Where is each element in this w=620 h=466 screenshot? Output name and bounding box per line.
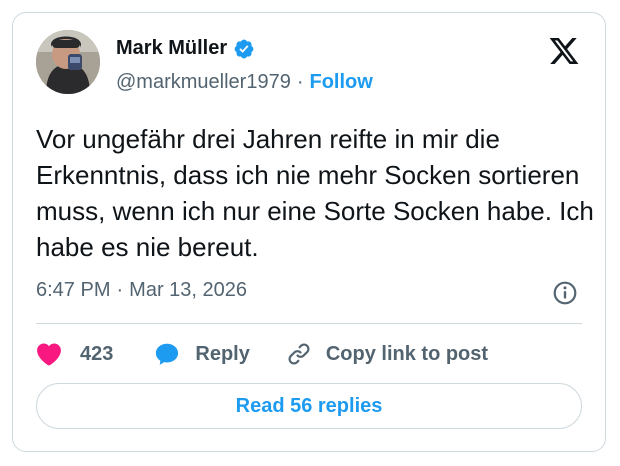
author-name[interactable]: Mark Müller	[116, 37, 227, 60]
tweet-time[interactable]: 6:47 PM	[36, 279, 110, 302]
copy-link-label: Copy link to post	[325, 342, 489, 365]
follow-link[interactable]: Follow	[310, 71, 373, 94]
verified-badge-icon	[234, 39, 254, 58]
avatar-image	[36, 30, 100, 94]
avatar[interactable]	[36, 30, 100, 94]
info-icon[interactable]	[552, 280, 578, 306]
like-count: 423	[80, 342, 114, 365]
author-handle-row: @markmueller1979 · Follow	[116, 71, 373, 94]
timestamp-separator: ·	[116, 279, 124, 301]
like-button[interactable]: 423	[36, 342, 113, 366]
heart-icon	[37, 343, 61, 366]
reply-button[interactable]: Reply	[153, 341, 250, 367]
divider	[36, 323, 582, 324]
link-icon	[288, 343, 310, 365]
author-name-row: Mark Müller	[116, 37, 255, 60]
tweet-date[interactable]: Mar 13, 2026	[129, 279, 247, 302]
copy-link-button[interactable]: Copy link to post	[286, 341, 488, 367]
tweet-card: Mark Müller @markmueller1979 · Follow Vo…	[12, 12, 606, 452]
tweet-timestamp[interactable]: 6:47 PM · Mar 13, 2026	[36, 279, 247, 302]
handle-separator: ·	[296, 71, 304, 93]
action-bar: 423 Reply Copy link to post	[36, 338, 488, 370]
read-replies-button[interactable]: Read 56 replies	[36, 383, 582, 429]
tweet-text: Vor ungefähr drei Jahren reifte in mir d…	[36, 124, 594, 262]
speech-bubble-icon	[156, 343, 179, 365]
reply-label: Reply	[195, 342, 250, 365]
x-logo-icon[interactable]	[548, 35, 580, 67]
author-handle[interactable]: @markmueller1979	[116, 71, 291, 94]
